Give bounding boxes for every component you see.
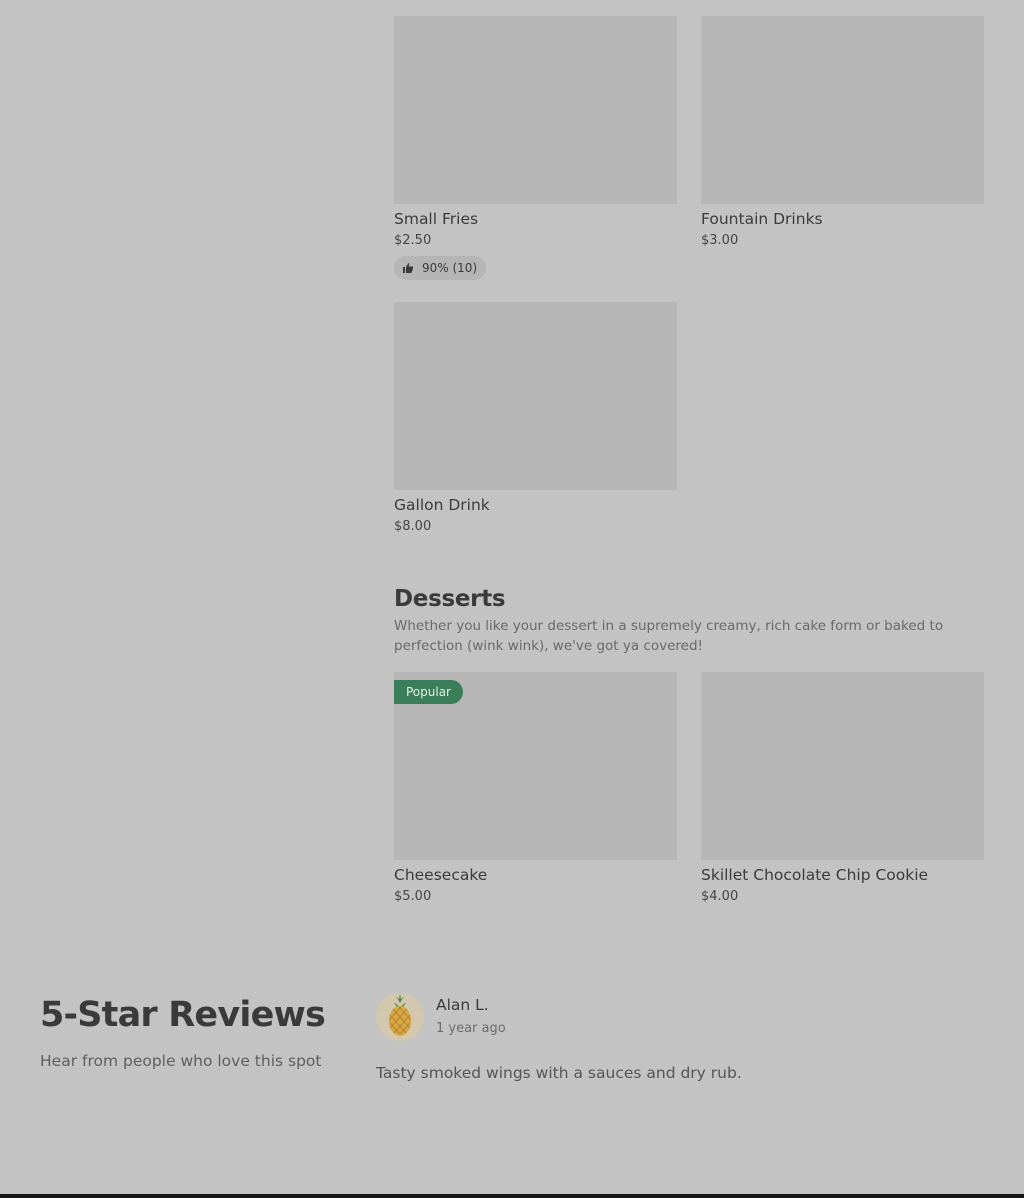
rating-badge: 90% (10) bbox=[394, 256, 487, 280]
reviews-title: 5-Star Reviews bbox=[40, 995, 326, 1035]
rating-text: 90% (10) bbox=[422, 261, 478, 275]
menu-item-image[interactable] bbox=[701, 16, 984, 204]
menu-item-name: Cheesecake bbox=[394, 866, 488, 884]
menu-item-image[interactable]: Popular bbox=[394, 672, 677, 860]
menu-item-card[interactable]: Skillet Chocolate Chip Cookie $4.00 bbox=[701, 672, 984, 905]
menu-item-image[interactable] bbox=[701, 672, 984, 860]
menu-item-image[interactable] bbox=[394, 16, 677, 204]
avatar bbox=[376, 993, 424, 1041]
reviews-subtitle: Hear from people who love this spot bbox=[40, 1052, 322, 1070]
bottom-bar bbox=[0, 1194, 1024, 1198]
section-title: Desserts bbox=[394, 586, 506, 612]
menu-item-price: $8.00 bbox=[394, 519, 432, 534]
menu-item-price: $2.50 bbox=[394, 233, 432, 248]
menu-item-price: $4.00 bbox=[701, 889, 739, 904]
menu-item-name: Small Fries bbox=[394, 210, 479, 228]
menu-item-price: $5.00 bbox=[394, 889, 432, 904]
menu-item-price: $3.00 bbox=[701, 233, 739, 248]
menu-item-image[interactable] bbox=[394, 302, 677, 490]
reviewer-name: Alan L. bbox=[436, 996, 489, 1014]
menu-item-name: Gallon Drink bbox=[394, 496, 490, 514]
review-timestamp: 1 year ago bbox=[436, 1021, 506, 1036]
popular-badge: Popular bbox=[394, 680, 463, 704]
thumbs-up-icon bbox=[402, 262, 414, 274]
pineapple-icon bbox=[388, 994, 412, 1036]
menu-item-card[interactable]: Popular Cheesecake $5.00 bbox=[394, 672, 677, 905]
menu-item-name: Fountain Drinks bbox=[701, 210, 823, 228]
review-text: Tasty smoked wings with a sauces and dry… bbox=[376, 1064, 742, 1082]
menu-item-name: Skillet Chocolate Chip Cookie bbox=[701, 866, 929, 884]
menu-item-card[interactable]: Fountain Drinks $3.00 bbox=[701, 16, 984, 249]
section-description: Whether you like your dessert in a supre… bbox=[394, 618, 944, 654]
menu-item-card[interactable]: Gallon Drink $8.00 bbox=[394, 302, 677, 535]
menu-item-card[interactable]: Small Fries $2.50 90% (10) bbox=[394, 16, 677, 280]
